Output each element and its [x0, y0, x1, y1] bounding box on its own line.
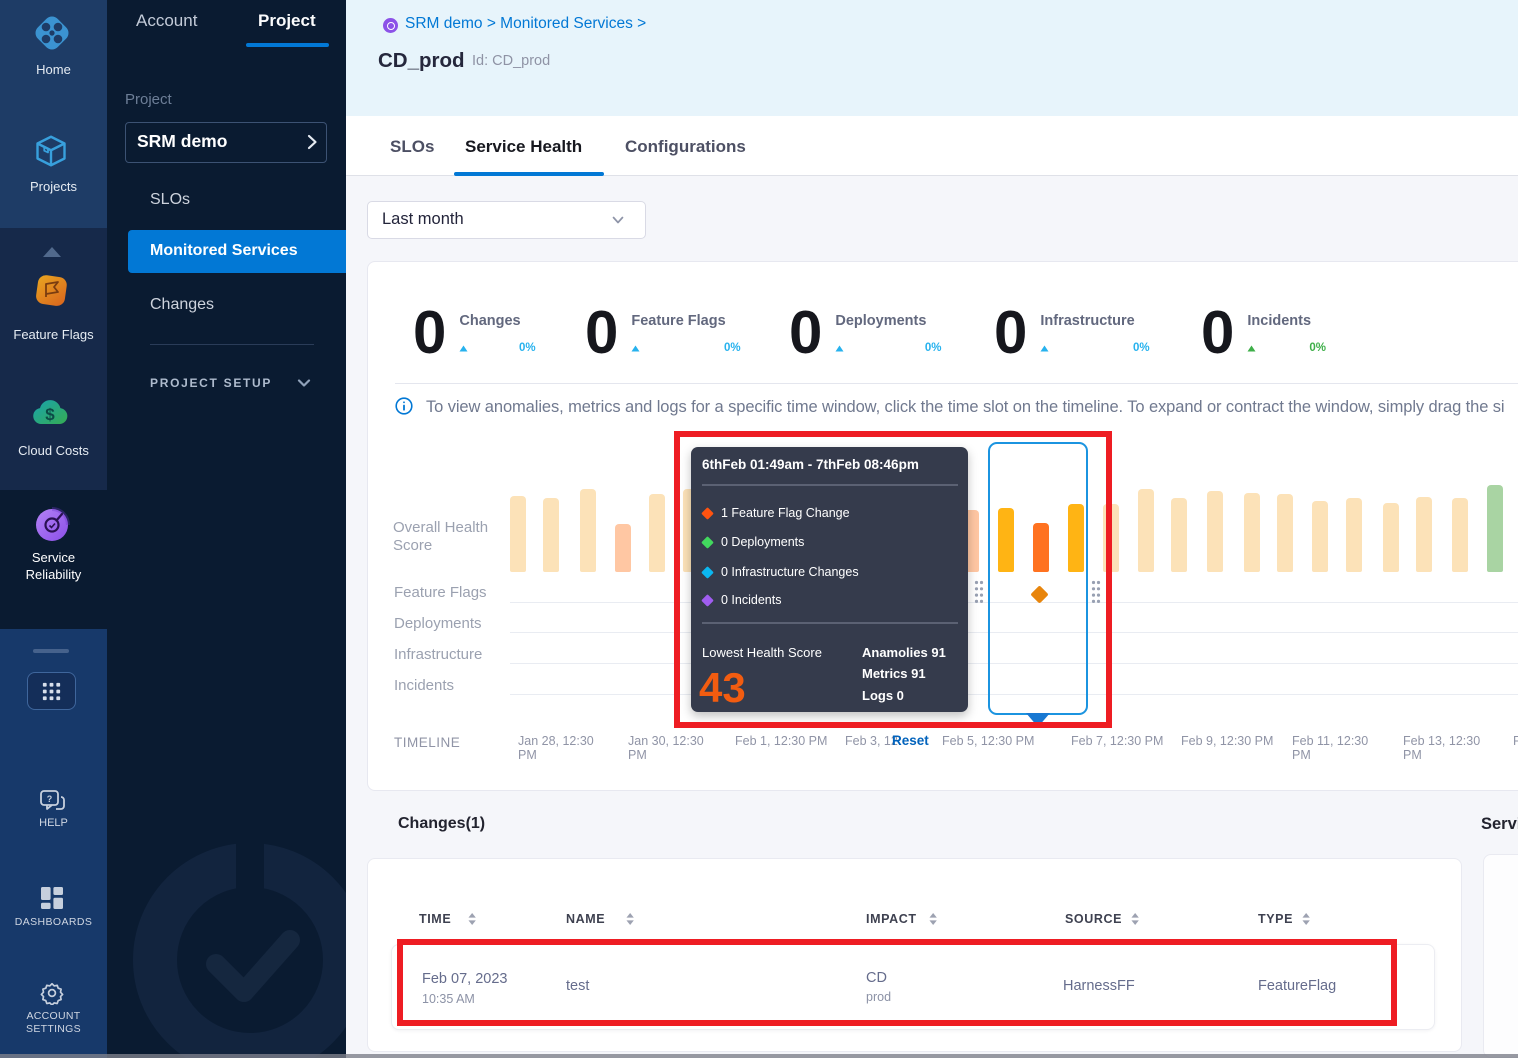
svg-text:?: ?: [47, 794, 53, 804]
svg-text:$: $: [45, 405, 55, 424]
